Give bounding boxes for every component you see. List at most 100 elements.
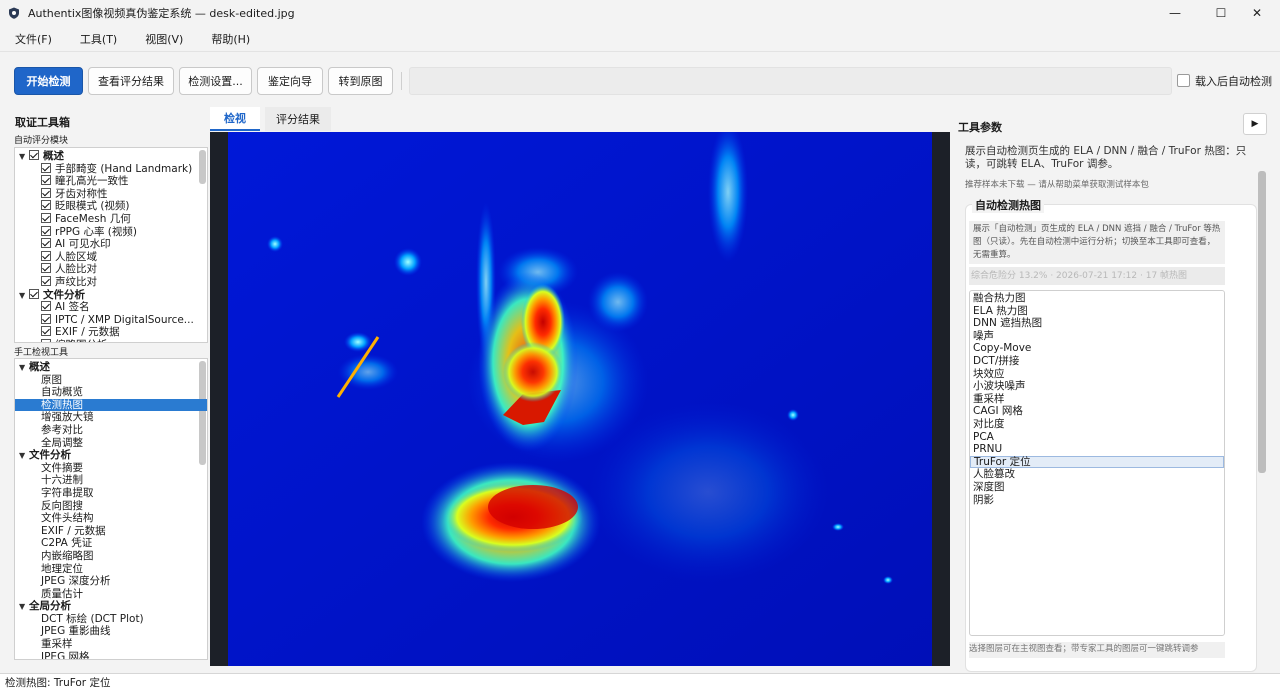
- tree-item[interactable]: 牙齿对称性: [15, 187, 207, 201]
- layer-list-item[interactable]: 深度图: [970, 481, 1224, 494]
- tree-item[interactable]: 十六进制: [15, 474, 207, 487]
- tree-item[interactable]: 人脸区域: [15, 250, 207, 264]
- module-checkbox[interactable]: [41, 175, 51, 186]
- module-checkbox[interactable]: [41, 338, 51, 342]
- tree-item[interactable]: C2PA 凭证: [15, 537, 207, 550]
- tree-item[interactable]: 文件摘要: [15, 462, 207, 475]
- heatmap-layer-list[interactable]: 融合热力图 ELA 热力图 DNN 遮挡热图 噪声 Copy-Move DCT/拼接 块效应…: [969, 290, 1225, 636]
- tree-item[interactable]: 原图: [15, 374, 207, 387]
- module-checkbox[interactable]: [29, 150, 39, 160]
- tree-item[interactable]: 声纹比对: [15, 275, 207, 289]
- layer-list-item[interactable]: 块效应: [970, 368, 1224, 381]
- tree-group[interactable]: ▼ 全局分析: [15, 600, 207, 613]
- tree-item[interactable]: 文件头结构: [15, 512, 207, 525]
- layer-list-item[interactable]: PRNU: [970, 443, 1224, 456]
- image-viewer[interactable]: [210, 132, 950, 666]
- tree-item[interactable]: DCT 标绘 (DCT Plot): [15, 613, 207, 626]
- tree-item[interactable]: IPTC / XMP DigitalSource...: [15, 313, 207, 327]
- module-checkbox[interactable]: [41, 275, 51, 286]
- params-scrollbar[interactable]: [1258, 171, 1266, 473]
- layer-list-item[interactable]: CAGI 网格: [970, 405, 1224, 418]
- tree-item[interactable]: 眨眼模式 (视频): [15, 200, 207, 213]
- detection-settings-button[interactable]: 检测设置...: [179, 67, 252, 95]
- layer-list-item[interactable]: 噪声: [970, 330, 1224, 343]
- tree-item[interactable]: 内嵌缩略图: [15, 550, 207, 563]
- module-checkbox[interactable]: [41, 187, 51, 198]
- module-checkbox[interactable]: [41, 301, 51, 312]
- tree-item[interactable]: 反向图搜: [15, 500, 207, 513]
- close-button[interactable]: ✕: [1234, 0, 1280, 26]
- tree-item[interactable]: AI 签名: [15, 301, 207, 314]
- tree-item-label: 文件摘要: [41, 461, 83, 474]
- module-checkbox[interactable]: [41, 212, 51, 223]
- menu-tools[interactable]: 工具(T): [67, 31, 132, 47]
- tree-item[interactable]: 全局调整: [15, 437, 207, 450]
- module-checkbox[interactable]: [41, 225, 51, 236]
- module-checkbox[interactable]: [41, 326, 51, 337]
- minimize-button[interactable]: —: [1152, 0, 1198, 26]
- layer-list-item[interactable]: PCA: [970, 431, 1224, 444]
- module-checkbox[interactable]: [41, 162, 51, 173]
- layer-list-item[interactable]: 小波块噪声: [970, 380, 1224, 393]
- menu-help[interactable]: 帮助(H): [198, 31, 265, 47]
- tree-item-label: 参考对比: [41, 423, 83, 436]
- tree-item[interactable]: 瞳孔高光一致性: [15, 175, 207, 188]
- tree-item[interactable]: 手部畸变 (Hand Landmark): [15, 162, 207, 176]
- tab-score-results[interactable]: 评分结果: [265, 107, 331, 131]
- auto-modules-label: 自动评分模块: [14, 136, 69, 146]
- menu-file[interactable]: 文件(F): [0, 31, 67, 47]
- module-checkbox[interactable]: [41, 200, 51, 211]
- menu-view[interactable]: 视图(V): [132, 31, 198, 47]
- tree-item[interactable]: 参考对比: [15, 424, 207, 437]
- tree-item[interactable]: JPEG 网格: [15, 651, 207, 659]
- tree-group[interactable]: ▼ 文件分析: [15, 449, 207, 462]
- layer-list-item[interactable]: 对比度: [970, 418, 1224, 431]
- tree-group[interactable]: ▼ 文件分析: [15, 288, 207, 302]
- tree-group[interactable]: ▼ 概述: [15, 361, 207, 374]
- tree-item[interactable]: FaceMesh 几何: [15, 212, 207, 226]
- wizard-button[interactable]: 鉴定向导: [257, 67, 323, 95]
- tree-item[interactable]: 质量估计: [15, 588, 207, 601]
- tree-item[interactable]: JPEG 深度分析: [15, 575, 207, 588]
- module-checkbox[interactable]: [41, 238, 51, 249]
- auto-detect-checkbox[interactable]: [1177, 74, 1190, 87]
- to-original-button[interactable]: 转到原图: [328, 67, 393, 95]
- layer-list-item[interactable]: DNN 遮挡热图: [970, 317, 1224, 330]
- tree-item[interactable]: 增强放大镜: [15, 411, 207, 424]
- tree-item[interactable]: 重采样: [15, 638, 207, 651]
- layer-list-item[interactable]: TruFor 定位: [970, 455, 1224, 469]
- tree-item[interactable]: 地理定位: [15, 563, 207, 576]
- tab-inspect[interactable]: 检视: [210, 107, 260, 131]
- module-checkbox[interactable]: [41, 263, 51, 274]
- tree-item[interactable]: JPEG 重影曲线: [15, 625, 207, 638]
- layer-list-item[interactable]: 重采样: [970, 393, 1224, 406]
- manual-tool-tree[interactable]: ▼ 概述 原图 自动概览 检测热图 增强放大镜 参考对比 全局调整 ▼ 文件分析 文件摘要 十六进制字…: [14, 358, 208, 660]
- module-checkbox[interactable]: [41, 250, 51, 261]
- layer-list-item[interactable]: Copy-Move: [970, 342, 1224, 355]
- view-scores-button[interactable]: 查看评分结果: [88, 67, 174, 95]
- forensic-toolbox-panel: 取证工具箱 自动评分模块 ▼ 概述 手部畸变 (Hand Landmark) 瞳孔高光…: [10, 107, 208, 669]
- tool-params-title: 工具参数: [958, 121, 1002, 134]
- auto-module-tree[interactable]: ▼ 概述 手部畸变 (Hand Landmark) 瞳孔高光一致性 牙齿对称性 眨眼模式 …: [14, 147, 208, 343]
- tree-item[interactable]: 字符串提取: [15, 487, 207, 500]
- tree-group[interactable]: ▼ 概述: [15, 150, 207, 163]
- tree-item[interactable]: rPPG 心率 (视频): [15, 225, 207, 239]
- tree-item[interactable]: 人脸比对: [15, 263, 207, 276]
- layer-list-item[interactable]: 阴影: [970, 494, 1224, 507]
- layer-list-item[interactable]: 融合热力图: [970, 292, 1224, 305]
- tree-item[interactable]: EXIF / 元数据: [15, 326, 207, 339]
- layer-list-item[interactable]: 人脸篡改: [970, 468, 1224, 481]
- tree-item[interactable]: 自动概览: [15, 386, 207, 399]
- tree-item-label: IPTC / XMP DigitalSource...: [55, 313, 194, 326]
- module-checkbox[interactable]: [29, 288, 39, 299]
- layer-list-item[interactable]: DCT/拼接: [970, 355, 1224, 368]
- tree-item[interactable]: 检测热图: [15, 398, 207, 412]
- expand-panel-button[interactable]: ▶: [1243, 113, 1267, 135]
- toolbar: 开始检测 查看评分结果 检测设置... 鉴定向导 转到原图 载入后自动检测: [0, 51, 1280, 103]
- module-checkbox[interactable]: [41, 313, 51, 324]
- layer-list-item[interactable]: ELA 热力图: [970, 305, 1224, 318]
- start-detection-button[interactable]: 开始检测: [14, 67, 83, 95]
- tree-item[interactable]: EXIF / 元数据: [15, 525, 207, 538]
- tree-item[interactable]: AI 可见水印: [15, 238, 207, 251]
- tree-item[interactable]: 缩略图分析: [15, 338, 207, 342]
